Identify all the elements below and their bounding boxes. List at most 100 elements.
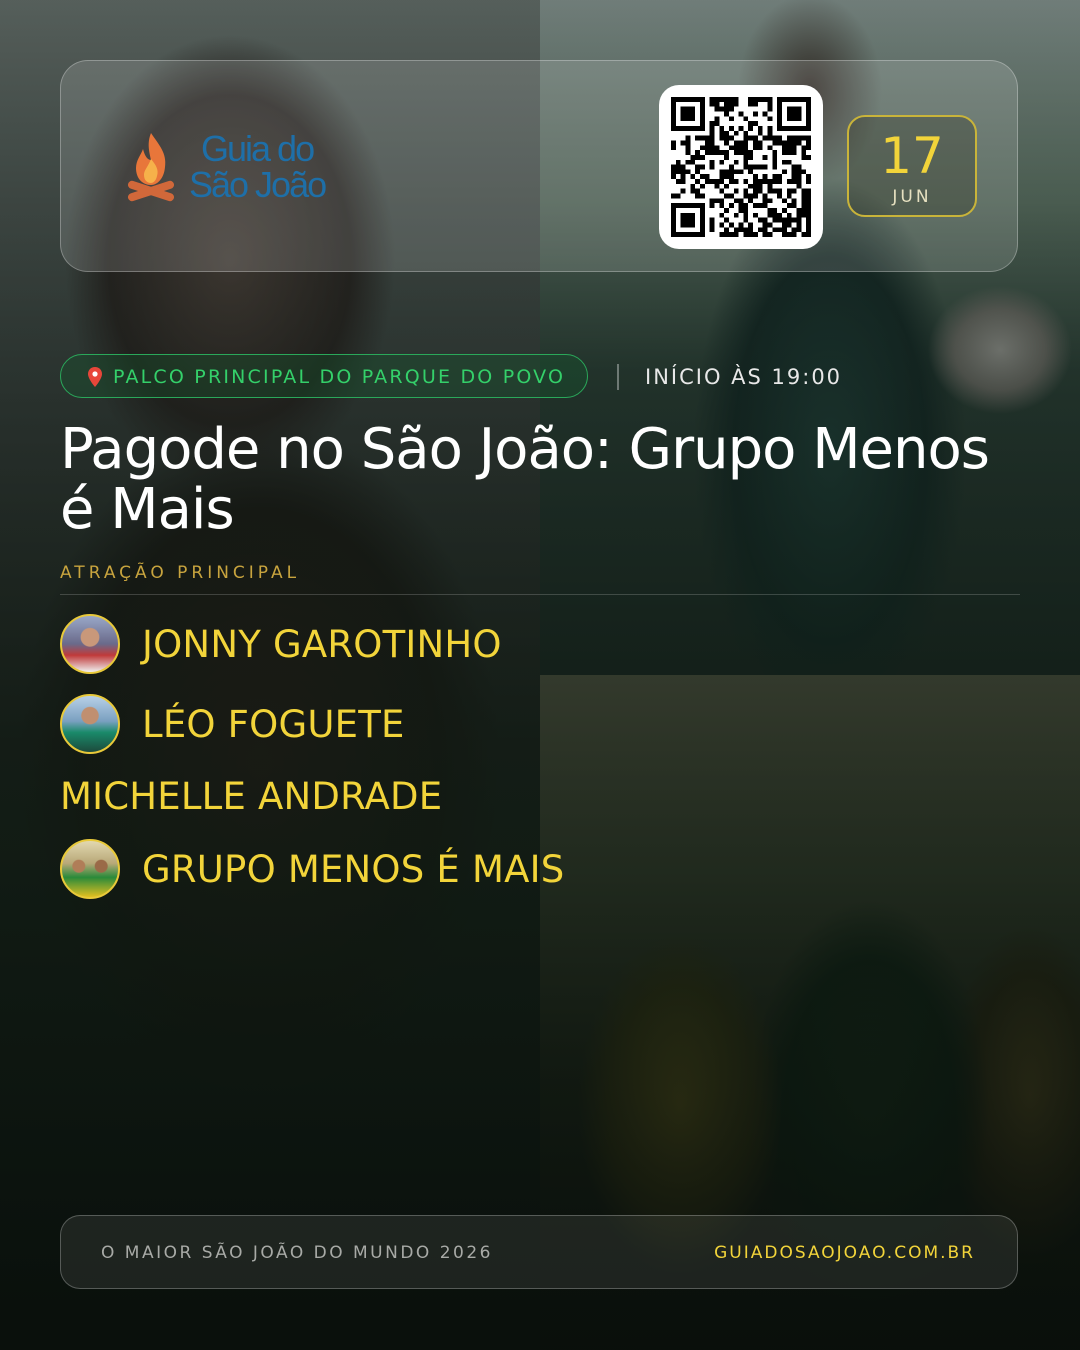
qr-module — [806, 121, 811, 126]
qr-module — [704, 145, 710, 151]
qr-module — [690, 217, 696, 223]
qr-module — [743, 188, 749, 194]
qr-module — [671, 111, 676, 117]
qr-module — [680, 217, 686, 223]
start-time: INÍCIO ÀS 19:00 — [645, 365, 843, 389]
qr-module — [782, 169, 787, 175]
qr-module — [743, 164, 749, 170]
qr-module — [791, 169, 797, 175]
artist-item[interactable]: GRUPO MENOS É MAIS — [60, 837, 564, 901]
footer-tagline: O MAIOR SÃO JOÃO DO MUNDO 2026 — [101, 1243, 493, 1263]
artist-item[interactable]: LÉO FOGUETE — [60, 692, 405, 756]
qr-module — [743, 179, 749, 184]
qr-module — [671, 217, 676, 223]
qr-module — [699, 111, 705, 117]
qr-module — [680, 188, 686, 194]
qr-module — [753, 145, 758, 151]
qr-module — [733, 101, 739, 107]
qr-module — [738, 125, 744, 131]
brand-logo[interactable]: Guia do São João — [125, 127, 345, 211]
qr-module — [753, 97, 758, 102]
qr-module — [699, 222, 705, 228]
qr-module — [733, 232, 739, 237]
qr-module — [699, 227, 705, 233]
qr-module — [738, 203, 744, 209]
qr-module — [767, 135, 773, 141]
artist-name: MICHELLE ANDRADE — [60, 774, 443, 818]
qr-module — [695, 125, 700, 131]
qr-module — [772, 164, 778, 170]
qr-module — [748, 164, 754, 170]
qr-module — [743, 203, 749, 209]
qr-module — [724, 232, 729, 237]
qr-module — [714, 116, 720, 122]
artist-item[interactable]: MICHELLE ANDRADE — [60, 764, 442, 828]
qr-module — [796, 174, 802, 180]
qr-module — [772, 159, 778, 165]
qr-module — [806, 198, 811, 204]
qr-module — [680, 97, 686, 102]
artist-item[interactable]: JONNY GAROTINHO — [60, 612, 502, 676]
qr-module — [714, 121, 720, 126]
footer-bar: O MAIOR SÃO JOÃO DO MUNDO 2026 GUIADOSAO… — [60, 1215, 1018, 1289]
qr-module — [685, 217, 691, 223]
qr-module — [719, 125, 725, 131]
qr-module — [762, 193, 768, 199]
qr-module — [671, 222, 676, 228]
qr-module — [728, 106, 734, 112]
qr-module — [748, 150, 754, 155]
qr-module — [796, 97, 802, 102]
qr-module — [709, 101, 715, 107]
qr-module — [709, 217, 715, 223]
qr-module — [724, 106, 729, 112]
qr-module — [685, 203, 691, 209]
artist-avatar — [60, 614, 120, 674]
qr-module — [719, 212, 725, 218]
qr-module — [762, 198, 768, 204]
qr-module — [738, 198, 744, 204]
qr-module — [733, 198, 739, 204]
qr-module — [748, 121, 754, 126]
qr-module — [796, 140, 802, 146]
qr-module — [671, 140, 676, 146]
qr-module — [762, 232, 768, 237]
qr-module — [699, 154, 705, 160]
qr-module — [801, 193, 807, 199]
qr-module — [791, 140, 797, 146]
qr-module — [724, 169, 729, 175]
qr-module — [695, 164, 700, 170]
qr-module — [724, 227, 729, 233]
qr-module — [719, 188, 725, 194]
qr-module — [685, 135, 691, 141]
qr-module — [671, 164, 676, 170]
qr-module — [728, 135, 734, 141]
qr-module — [699, 135, 705, 141]
section-label: ATRAÇÃO PRINCIPAL — [60, 563, 301, 583]
qr-module — [782, 198, 787, 204]
qr-module — [757, 97, 763, 102]
qr-module — [777, 121, 783, 126]
website-link[interactable]: GUIADOSAOJOAO.COM.BR — [714, 1243, 975, 1263]
qr-module — [767, 97, 773, 102]
qr-module — [680, 169, 686, 175]
qr-module — [801, 150, 807, 155]
qr-module — [719, 179, 725, 184]
qr-module — [806, 188, 811, 194]
qr-module — [806, 193, 811, 199]
qr-module — [806, 232, 811, 237]
qr-module — [748, 183, 754, 189]
qr-code[interactable] — [659, 85, 823, 249]
qr-module — [699, 164, 705, 170]
qr-module — [801, 188, 807, 194]
qr-module — [806, 145, 811, 151]
qr-module — [728, 179, 734, 184]
brand-line-2: São João — [189, 164, 327, 205]
qr-module — [743, 208, 749, 213]
qr-module — [690, 203, 696, 209]
qr-module — [791, 227, 797, 233]
qr-module — [791, 150, 797, 155]
qr-module — [791, 174, 797, 180]
qr-module — [806, 217, 811, 223]
qr-module — [748, 97, 754, 102]
qr-module — [757, 188, 763, 194]
